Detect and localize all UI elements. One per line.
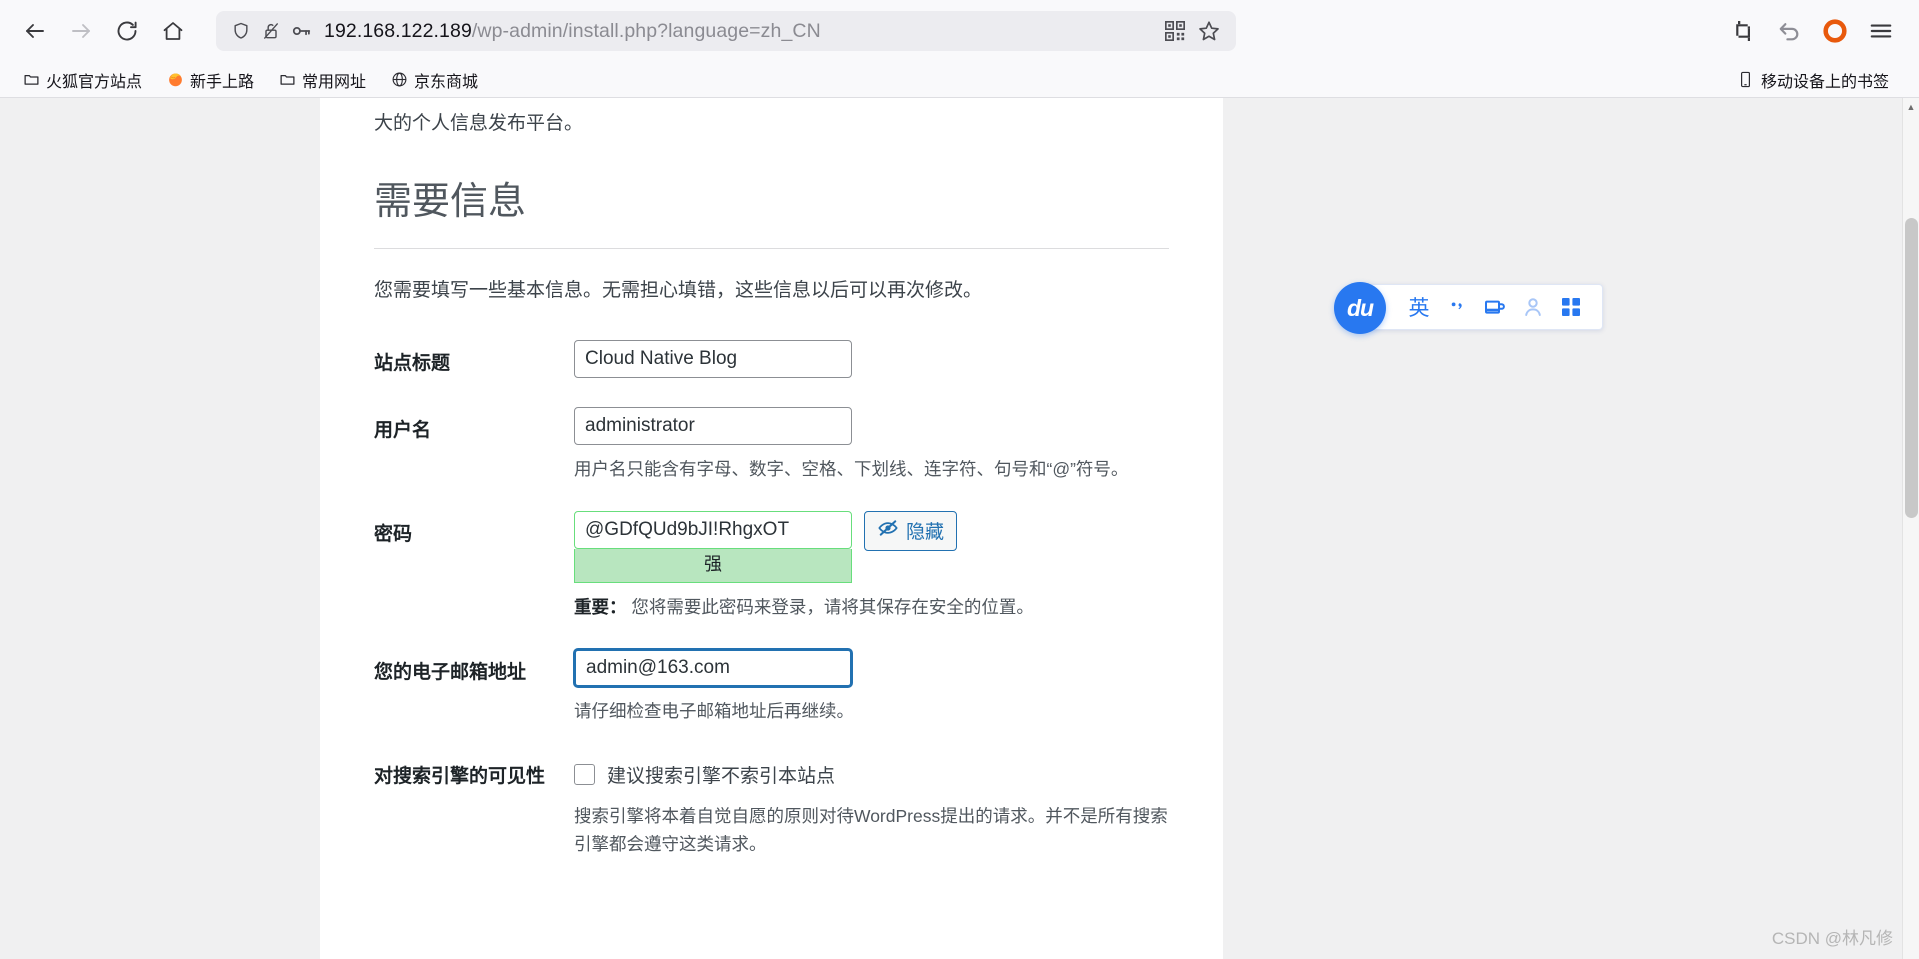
form-row-username: 用户名 用户名只能含有字母、数字、空格、下划线、连字符、句号和“@”符号。	[374, 406, 1169, 483]
eye-slash-icon	[877, 519, 899, 543]
browser-chrome: 192.168.122.189/wp-admin/install.php?lan…	[0, 0, 1919, 98]
bookmark-item-0[interactable]: 火狐官方站点	[14, 65, 150, 95]
site-title-field-wrap	[574, 340, 1169, 379]
app-menu-icon[interactable]	[1859, 9, 1903, 53]
app-grid-icon[interactable]	[1552, 288, 1590, 326]
password-column: 强	[574, 510, 852, 583]
email-label: 您的电子邮箱地址	[374, 661, 527, 683]
address-bar[interactable]: 192.168.122.189/wp-admin/install.php?lan…	[216, 11, 1236, 51]
user-account-icon[interactable]	[1514, 288, 1552, 326]
wordpress-install-card: 大的个人信息发布平台。 需要信息 您需要填写一些基本信息。无需担心填错，这些信息…	[320, 98, 1223, 959]
bookmarks-toolbar: 火狐官方站点 新手上路 常用网址 京东商城 移动设备上的书签	[0, 62, 1919, 98]
username-field-wrap: 用户名只能含有字母、数字、空格、下划线、连字符、句号和“@”符号。	[574, 406, 1169, 483]
hide-password-label: 隐藏	[906, 522, 945, 544]
undo-close-tab-icon[interactable]	[1767, 9, 1811, 53]
password-key-icon[interactable]	[286, 16, 316, 46]
bookmark-label: 火狐官方站点	[46, 73, 143, 91]
bookmark-label: 常用网址	[302, 73, 367, 91]
browser-toolbar-actions	[1713, 9, 1905, 53]
intro-paragraph-tail: 大的个人信息发布平台。	[374, 113, 584, 134]
url-text[interactable]: 192.168.122.189/wp-admin/install.php?lan…	[324, 20, 1158, 43]
address-bar-actions	[1158, 14, 1226, 48]
password-input[interactable]	[574, 510, 852, 549]
intro-description: 您需要填写一些基本信息。无需担心填错，这些信息以后可以再次修改。	[374, 279, 983, 301]
visibility-field-wrap: 建议搜索引擎不索引本站点 搜索引擎将本着自觉自愿的原则对待WordPress提出…	[574, 753, 1169, 858]
email-field-wrap: 请仔细检查电子邮箱地址后再继续。	[574, 648, 1169, 725]
bookmark-star-icon[interactable]	[1192, 14, 1226, 48]
mobile-device-icon	[1737, 71, 1755, 89]
username-input[interactable]	[574, 406, 852, 445]
punctuation-toggle-icon[interactable]	[1438, 288, 1476, 326]
navigation-toolbar: 192.168.122.189/wp-admin/install.php?lan…	[0, 0, 1919, 62]
bookmark-item-1[interactable]: 新手上路	[158, 65, 262, 95]
watermark-text: CSDN @林凡修	[1771, 929, 1893, 948]
baidu-ime-toolbar[interactable]: du 英	[1334, 282, 1603, 334]
form-row-visibility: 对搜索引擎的可见性 建议搜索引擎不索引本站点 搜索引擎将本着自觉自愿的原则对待W…	[374, 753, 1169, 858]
baidu-ime-logo-icon[interactable]: du	[1334, 282, 1386, 334]
bookmark-label: 京东商城	[414, 73, 479, 91]
folder-icon	[22, 71, 40, 89]
bookmark-label: 新手上路	[190, 73, 255, 91]
forward-arrow-icon[interactable]	[60, 10, 102, 52]
url-host: 192.168.122.189	[324, 19, 472, 42]
globe-icon	[390, 71, 408, 89]
firefox-icon	[166, 71, 184, 89]
home-icon[interactable]	[152, 10, 194, 52]
username-label: 用户名	[374, 419, 432, 441]
visibility-checkbox[interactable]	[574, 763, 595, 785]
username-hint: 用户名只能含有字母、数字、空格、下划线、连字符、句号和“@”符号。	[574, 458, 1129, 479]
input-mode-english[interactable]: 英	[1400, 288, 1438, 326]
email-hint: 请仔细检查电子邮箱地址后再继续。	[574, 700, 854, 721]
bookmark-item-3[interactable]: 京东商城	[382, 65, 486, 95]
email-input[interactable]	[574, 648, 852, 687]
password-strength-indicator: 强	[574, 548, 852, 583]
page-title: 需要信息	[374, 140, 1169, 249]
site-title-input[interactable]	[574, 340, 852, 379]
visibility-checkbox-row[interactable]: 建议搜索引擎不索引本站点	[574, 753, 1169, 792]
orange-circle-icon[interactable]	[1813, 9, 1857, 53]
scrollbar-thumb[interactable]	[1905, 218, 1918, 518]
reload-icon[interactable]	[106, 10, 148, 52]
broken-lock-icon[interactable]	[256, 16, 286, 46]
bookmark-item-2[interactable]: 常用网址	[270, 65, 374, 95]
visibility-hint: 搜索引擎将本着自觉自愿的原则对待WordPress提出的请求。并不是所有搜索引擎…	[574, 806, 1168, 855]
form-row-password: 密码 强 隐藏 重要： 您将需要此密码来登录，请	[374, 510, 1169, 621]
password-field-wrap: 强 隐藏 重要： 您将需要此密码来登录，请将其保存在安全的位置。	[574, 510, 1169, 621]
site-title-label: 站点标题	[374, 353, 451, 375]
visibility-checkbox-label: 建议搜索引擎不索引本站点	[607, 765, 836, 787]
bookmark-label: 移动设备上的书签	[1760, 73, 1889, 91]
hide-password-button[interactable]: 隐藏	[864, 510, 958, 551]
bookmark-item-mobile[interactable]: 移动设备上的书签	[1729, 65, 1897, 95]
page-viewport: 大的个人信息发布平台。 需要信息 您需要填写一些基本信息。无需担心填错，这些信息…	[0, 98, 1919, 959]
back-arrow-icon[interactable]	[14, 10, 56, 52]
password-notice: 重要： 您将需要此密码来登录，请将其保存在安全的位置。	[574, 593, 1169, 621]
screenshot-crop-icon[interactable]	[1721, 9, 1765, 53]
password-notice-text: 您将需要此密码来登录，请将其保存在安全的位置。	[631, 596, 1034, 617]
form-row-site-title: 站点标题	[374, 340, 1169, 379]
visibility-label: 对搜索引擎的可见性	[374, 765, 546, 787]
scroll-up-arrow-icon[interactable]: ▲	[1903, 98, 1919, 115]
soft-keyboard-icon[interactable]	[1476, 288, 1514, 326]
qr-code-icon[interactable]	[1158, 14, 1192, 48]
tracking-protection-shield-icon[interactable]	[226, 16, 256, 46]
page-scrollbar[interactable]: ▲	[1902, 98, 1919, 959]
password-controls: 强 隐藏	[574, 510, 1169, 583]
url-path: /wp-admin/install.php?language=zh_CN	[471, 19, 821, 42]
folder-icon	[278, 71, 296, 89]
password-label: 密码	[374, 523, 413, 545]
form-row-email: 您的电子邮箱地址 请仔细检查电子邮箱地址后再继续。	[374, 648, 1169, 725]
password-notice-bold: 重要：	[574, 596, 627, 617]
